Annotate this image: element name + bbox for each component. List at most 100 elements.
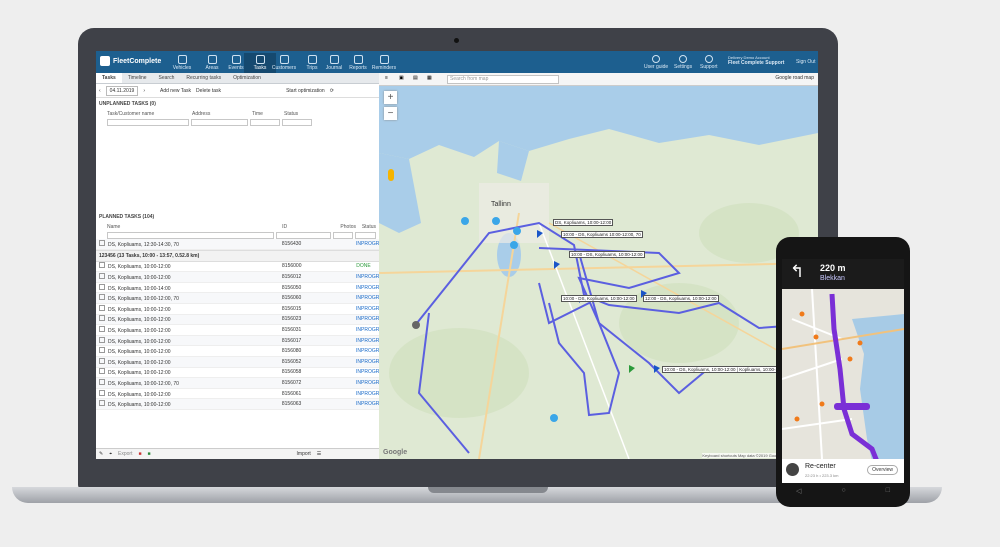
map-marker-label[interactable]: 10:00 - DS, Kopliuams, 10:00-12:00 | Kop… (662, 366, 789, 373)
row-checkbox[interactable] (99, 357, 105, 364)
row-checkbox[interactable] (99, 304, 105, 311)
map-view[interactable]: ≡ ▣ ▤ ▦ Search from map Google road map … (379, 73, 818, 459)
row-checkbox[interactable] (99, 325, 105, 332)
row-checkbox[interactable] (99, 378, 105, 385)
ruler-icon[interactable]: ▦ (427, 75, 432, 81)
layers-icon[interactable]: ▣ (399, 75, 404, 81)
prev-date-button[interactable]: ‹ (99, 88, 101, 94)
filter-time-input[interactable] (250, 118, 280, 126)
delete-task-button[interactable]: Delete task (196, 88, 221, 94)
tab-timeline[interactable]: Timeline (122, 73, 153, 83)
recenter-button[interactable]: Re-center (805, 463, 836, 470)
table-row[interactable]: DS, Kopliuams, 10:00-12:00 8156000 DONE (96, 262, 379, 273)
reports-icon (353, 55, 363, 64)
close-navigation-button[interactable] (786, 463, 799, 476)
filter-address-input[interactable] (191, 118, 248, 126)
zoom-in-button[interactable]: + (384, 91, 397, 104)
pin-icon[interactable]: ⌖ (109, 451, 112, 457)
map-marker-label[interactable]: 10:00 - DS, Kopliuams 10:00-12:00, 70 (561, 231, 643, 238)
filter-planned-photos[interactable] (333, 231, 353, 239)
table-row[interactable]: DS, Kopliuams, 10:00-12:00 8156031 INPROGR (96, 325, 379, 336)
excel-icon[interactable]: ■ (148, 451, 151, 457)
nav-support[interactable]: Support (700, 53, 718, 70)
next-date-button[interactable]: › (143, 88, 145, 94)
table-row[interactable]: DS, Kopliuams, 10:00-12:00 8156052 INPROGR (96, 356, 379, 368)
map-toolbar: ≡ ▣ ▤ ▦ Search from map Google road map (379, 73, 818, 86)
table-row[interactable]: DS, Kopliuams, 10:00-12:00 8156080 INPROGR (96, 346, 379, 357)
street-view-pegman-icon[interactable] (388, 169, 394, 181)
filter-name-input[interactable] (107, 118, 189, 126)
map-canvas (379, 73, 818, 459)
list-icon[interactable]: ▤ (413, 75, 418, 81)
unplanned-filters (96, 118, 379, 126)
task-group-header[interactable]: 123456 (13 Tasks, 10:00 - 13:57, 0.52.8 … (96, 249, 379, 262)
add-task-button[interactable]: Add new Task (160, 88, 191, 94)
table-row[interactable]: DS, Kopliuams, 10:00-12:00, 70 8156060 INP… (96, 293, 379, 304)
menu-icon[interactable]: ☰ (317, 451, 321, 457)
map-marker-label[interactable]: 10:00 - DS, Kopliuams, 10:00-12:00 (569, 251, 645, 258)
menu-icon[interactable]: ≡ (385, 75, 388, 81)
pdf-icon[interactable]: ■ (138, 451, 141, 457)
row-checkbox[interactable] (99, 347, 105, 354)
trips-icon (307, 55, 317, 64)
turn-distance: 220 m (820, 263, 846, 273)
nav-reminders[interactable]: Reminders (368, 53, 400, 73)
map-type-select[interactable]: Google road map (775, 75, 814, 81)
table-row[interactable]: DS, Kopliuams, 10:00-12:00 8156017 INPROGR (96, 335, 379, 347)
user-menu[interactable]: Delivery Demo Account Fleet Complete Supp… (728, 55, 784, 66)
row-checkbox[interactable] (99, 283, 105, 290)
nav-settings[interactable]: Settings (674, 53, 692, 70)
phone-nav-buttons: ◁ ○ □ (776, 487, 910, 499)
row-checkbox[interactable] (99, 294, 105, 301)
row-checkbox[interactable] (99, 400, 105, 407)
tab-optimization[interactable]: Optimization (227, 73, 267, 83)
nav-user-guide[interactable]: User guide (644, 53, 668, 70)
zoom-out-button[interactable]: − (384, 107, 397, 120)
back-icon[interactable]: ◁ (796, 487, 801, 499)
tab-tasks[interactable]: Tasks (96, 73, 122, 83)
filter-status-input[interactable] (282, 118, 312, 126)
start-optimization-button[interactable]: Start optimization (286, 88, 325, 94)
refresh-icon[interactable]: ⟳ (330, 88, 334, 94)
map-search-input[interactable]: Search from map (447, 75, 559, 84)
import-button[interactable]: Import (297, 451, 311, 457)
map-marker-label[interactable]: 10:00 - DS, Kopliuams, 10:00-12:00 (561, 295, 637, 302)
row-checkbox[interactable] (99, 368, 105, 375)
filter-planned-name[interactable] (107, 231, 274, 239)
edit-icon[interactable]: ✎ (99, 451, 103, 457)
row-checkbox[interactable] (99, 315, 105, 322)
date-field[interactable]: 04.11.2019 (105, 85, 139, 96)
table-row[interactable]: DS, Kopliuams, 10:00-14:00 8156050 INPROGR (96, 283, 379, 294)
map-marker-label[interactable]: 12:00 - DS, Kopliuams, 10:00-12:00 (643, 295, 719, 302)
overview-button[interactable]: Overview (867, 465, 898, 475)
table-row[interactable]: DS, Kopliuams, 10:00-12:00 8156058 INPROGR (96, 368, 379, 379)
export-button[interactable]: Export (118, 451, 132, 457)
recents-icon[interactable]: □ (886, 487, 890, 499)
filter-planned-status[interactable] (354, 231, 376, 239)
table-row[interactable]: DS, Kopliuams, 10:00-12:00 8156012 INPROGR (96, 272, 379, 283)
nav-vehicles[interactable]: Vehicles (166, 53, 198, 73)
table-row[interactable]: DS, Kopliuams, 10:00-12:00 8156063 INPROGR (96, 399, 379, 410)
task-footer: ✎ ⌖ Export ■ ■ Import ☰ (96, 448, 379, 459)
filter-planned-id[interactable] (275, 231, 332, 239)
app-logo[interactable]: FleetComplete (100, 56, 161, 66)
row-checkbox[interactable] (99, 336, 105, 343)
help-icon (652, 55, 661, 63)
gear-icon (679, 55, 688, 63)
row-checkbox[interactable] (99, 262, 105, 269)
row-checkbox[interactable] (99, 239, 105, 246)
table-row[interactable]: DS, Kopliuams, 10:00-12:00 8156061 INPROGR (96, 389, 379, 400)
map-marker-label[interactable]: DS, Kopliuams, 10:00-12:00 (553, 219, 614, 226)
table-row[interactable]: DS, Kopliuams, 12:30-14:30, 70 8156430 I… (96, 239, 379, 250)
row-checkbox[interactable] (99, 272, 105, 279)
table-row[interactable]: DS, Kopliuams, 10:00-12:00, 70 8156072 INP… (96, 378, 379, 389)
home-icon[interactable]: ○ (841, 487, 845, 499)
phone-screen: ↰ 220 m Blekkan Re-center 22:23 h • 223.… (782, 259, 904, 483)
table-row[interactable]: DS, Kopliuams, 10:00-12:00 8156023 INPROGR (96, 314, 379, 326)
sign-out-link[interactable]: Sign Out (796, 59, 815, 65)
support-icon (704, 55, 713, 63)
table-row[interactable]: DS, Kopliuams, 10:00-12:00 8156015 INPROGR (96, 304, 379, 315)
row-checkbox[interactable] (99, 389, 105, 396)
tab-recurring[interactable]: Recurring tasks (180, 73, 227, 83)
tab-search[interactable]: Search (153, 73, 181, 83)
